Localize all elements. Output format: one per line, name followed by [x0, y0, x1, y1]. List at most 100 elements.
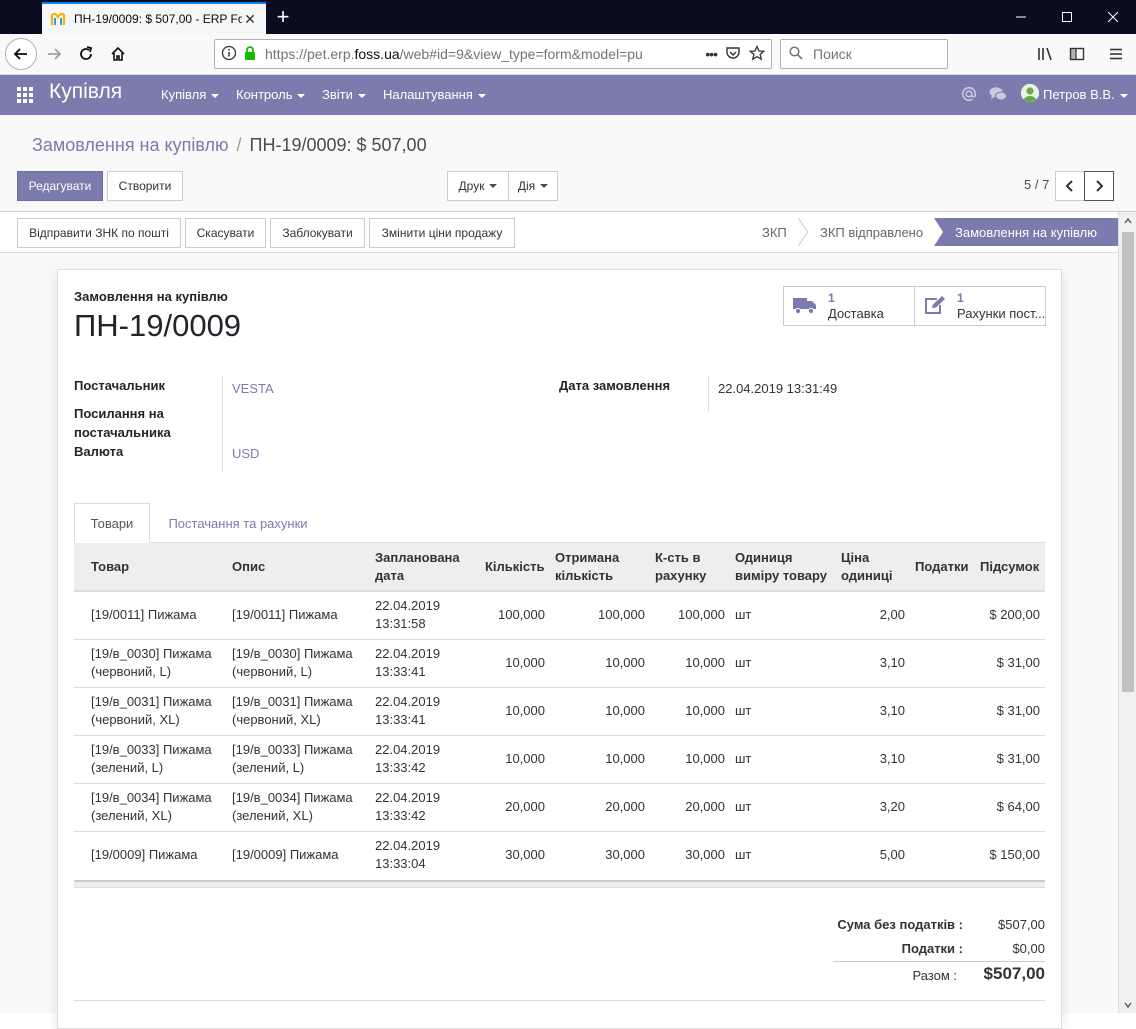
status-stage-rfq-sent[interactable]: ЗКП відправлено [820, 218, 923, 246]
cell-quantity[interactable]: 100,000 [480, 591, 550, 639]
cell-invoiced-qty[interactable]: 20,000 [650, 782, 730, 831]
cell-subtotal[interactable]: $ 31,00 [975, 734, 1045, 783]
status-stage-rfq[interactable]: ЗКП [762, 218, 787, 246]
table-row[interactable]: [19/0011] Пижама [19/0011] Пижама 22.04.… [74, 591, 1045, 639]
cell-received-qty[interactable]: 10,000 [550, 638, 650, 687]
pager-value[interactable]: 5 / 7 [1024, 177, 1049, 192]
table-row[interactable]: [19/в_0033] Пижама (зелений, L) [19/в_00… [74, 734, 1045, 783]
cell-quantity[interactable]: 10,000 [480, 734, 550, 783]
sidebar-icon[interactable] [1061, 38, 1093, 70]
browser-tab[interactable]: ПН-19/0009: $ 507,00 - ERP Foss ✕ [42, 2, 266, 34]
cell-product[interactable]: [19/в_0034] Пижама (зелений, XL) [86, 782, 227, 831]
cell-invoiced-qty[interactable]: 10,000 [650, 638, 730, 687]
cell-taxes[interactable] [910, 734, 975, 783]
lock-order-button[interactable]: Заблокувати [270, 218, 365, 248]
url-bar[interactable]: https://pet.erp.foss.ua/web#id=9&view_ty… [214, 39, 772, 69]
cell-uom[interactable]: шт [730, 830, 836, 879]
menu-control[interactable]: Контроль [236, 87, 306, 102]
cell-received-qty[interactable]: 100,000 [550, 591, 650, 639]
cell-product[interactable]: [19/в_0031] Пижама (червоний, XL) [86, 686, 227, 735]
cell-uom[interactable]: шт [730, 638, 836, 687]
user-avatar-icon[interactable] [1021, 84, 1039, 102]
cell-taxes[interactable] [910, 686, 975, 735]
cell-unit-price[interactable]: 3,10 [836, 638, 910, 687]
scroll-down-arrow-icon[interactable] [1119, 996, 1136, 1013]
action-dropdown[interactable]: Дія [508, 171, 558, 201]
delivery-smart-button[interactable]: 1 Доставка [783, 286, 915, 326]
tab-products[interactable]: Товари [74, 503, 150, 543]
cell-taxes[interactable] [910, 830, 975, 879]
reload-icon[interactable] [70, 38, 102, 70]
cell-scheduled-date[interactable]: 22.04.2019 13:33:42 [370, 782, 480, 831]
currency-field[interactable]: USD [232, 446, 259, 461]
table-row[interactable]: [19/в_0034] Пижама (зелений, XL) [19/в_0… [74, 782, 1045, 831]
column-header-quantity[interactable]: Кількість [480, 543, 550, 592]
menu-settings[interactable]: Налаштування [383, 87, 486, 102]
cell-unit-price[interactable]: 2,00 [836, 591, 910, 639]
cell-product[interactable]: [19/в_0033] Пижама (зелений, L) [86, 734, 227, 783]
column-header-uom[interactable]: Одиниця виміру товару [730, 543, 836, 592]
cell-received-qty[interactable]: 30,000 [550, 830, 650, 879]
cell-description[interactable]: [19/в_0030] Пижама (червоний, L) [227, 638, 370, 687]
send-rfq-button[interactable]: Відправити ЗНК по пошті [17, 218, 181, 248]
scroll-up-arrow-icon[interactable] [1119, 212, 1136, 229]
page-scrollbar[interactable] [1118, 212, 1136, 1013]
pager-previous-button[interactable] [1055, 171, 1085, 201]
user-menu[interactable]: Петров В.В. [1043, 87, 1128, 102]
chat-icon[interactable] [989, 86, 1007, 105]
edit-button[interactable]: Редагувати [17, 171, 103, 201]
column-header-product[interactable]: Товар [86, 543, 227, 592]
print-dropdown[interactable]: Друк [447, 171, 509, 201]
cell-received-qty[interactable]: 10,000 [550, 734, 650, 783]
create-button[interactable]: Створити [107, 171, 183, 201]
at-sign-icon[interactable] [961, 86, 977, 105]
info-icon[interactable] [221, 45, 237, 64]
cell-quantity[interactable]: 10,000 [480, 638, 550, 687]
table-row[interactable]: [19/в_0031] Пижама (червоний, XL) [19/в_… [74, 686, 1045, 735]
url-text[interactable]: https://pet.erp.foss.ua/web#id=9&view_ty… [265, 46, 697, 62]
plus-icon[interactable]: + [272, 6, 294, 28]
scrollbar-thumb[interactable] [1122, 232, 1134, 692]
close-icon[interactable] [1090, 0, 1136, 34]
cell-quantity[interactable]: 20,000 [480, 782, 550, 831]
column-header-received-qty[interactable]: Отримана кількість [550, 543, 650, 592]
minimize-icon[interactable] [998, 0, 1044, 34]
cell-description[interactable]: [19/в_0034] Пижама (зелений, XL) [227, 782, 370, 831]
cell-description[interactable]: [19/в_0031] Пижама (червоний, XL) [227, 686, 370, 735]
column-header-taxes[interactable]: Податки [910, 543, 975, 592]
cell-product[interactable]: [19/в_0030] Пижама (червоний, L) [86, 638, 227, 687]
column-header-unit-price[interactable]: Ціна одиниці [836, 543, 910, 592]
cell-taxes[interactable] [910, 782, 975, 831]
column-header-invoiced-qty[interactable]: К-сть в рахунку [650, 543, 730, 592]
cell-scheduled-date[interactable]: 22.04.2019 13:33:41 [370, 638, 480, 687]
column-header-subtotal[interactable]: Підсумок [975, 543, 1045, 592]
pager-next-button[interactable] [1084, 171, 1114, 201]
cell-invoiced-qty[interactable]: 30,000 [650, 830, 730, 879]
library-icon[interactable] [1029, 38, 1061, 70]
cell-description[interactable]: [19/в_0033] Пижама (зелений, L) [227, 734, 370, 783]
cell-subtotal[interactable]: $ 31,00 [975, 638, 1045, 687]
forward-arrow-icon[interactable] [38, 38, 70, 70]
breadcrumb-parent-link[interactable]: Замовлення на купівлю [32, 135, 229, 155]
cell-quantity[interactable]: 10,000 [480, 686, 550, 735]
tab-deliveries-and-invoices[interactable]: Постачання та рахунки [158, 503, 318, 543]
cell-uom[interactable]: шт [730, 734, 836, 783]
cell-subtotal[interactable]: $ 200,00 [975, 591, 1045, 639]
cell-unit-price[interactable]: 3,10 [836, 734, 910, 783]
table-row[interactable]: [19/0009] Пижама [19/0009] Пижама 22.04.… [74, 830, 1045, 879]
cell-unit-price[interactable]: 5,00 [836, 830, 910, 879]
cell-quantity[interactable]: 30,000 [480, 830, 550, 879]
menu-reports[interactable]: Звіти [322, 87, 366, 102]
order-date-field[interactable]: 22.04.2019 13:31:49 [718, 381, 837, 396]
star-icon[interactable] [748, 44, 766, 64]
cell-subtotal[interactable]: $ 150,00 [975, 830, 1045, 879]
app-title[interactable]: Купівля [49, 80, 122, 104]
hamburger-menu-icon[interactable] [1100, 38, 1132, 70]
cell-description[interactable]: [19/0011] Пижама [227, 591, 370, 639]
cell-scheduled-date[interactable]: 22.04.2019 13:33:42 [370, 734, 480, 783]
cell-subtotal[interactable]: $ 31,00 [975, 686, 1045, 735]
vendor-field[interactable]: VESTA [232, 381, 274, 396]
cell-invoiced-qty[interactable]: 100,000 [650, 591, 730, 639]
cell-invoiced-qty[interactable]: 10,000 [650, 734, 730, 783]
cell-received-qty[interactable]: 20,000 [550, 782, 650, 831]
